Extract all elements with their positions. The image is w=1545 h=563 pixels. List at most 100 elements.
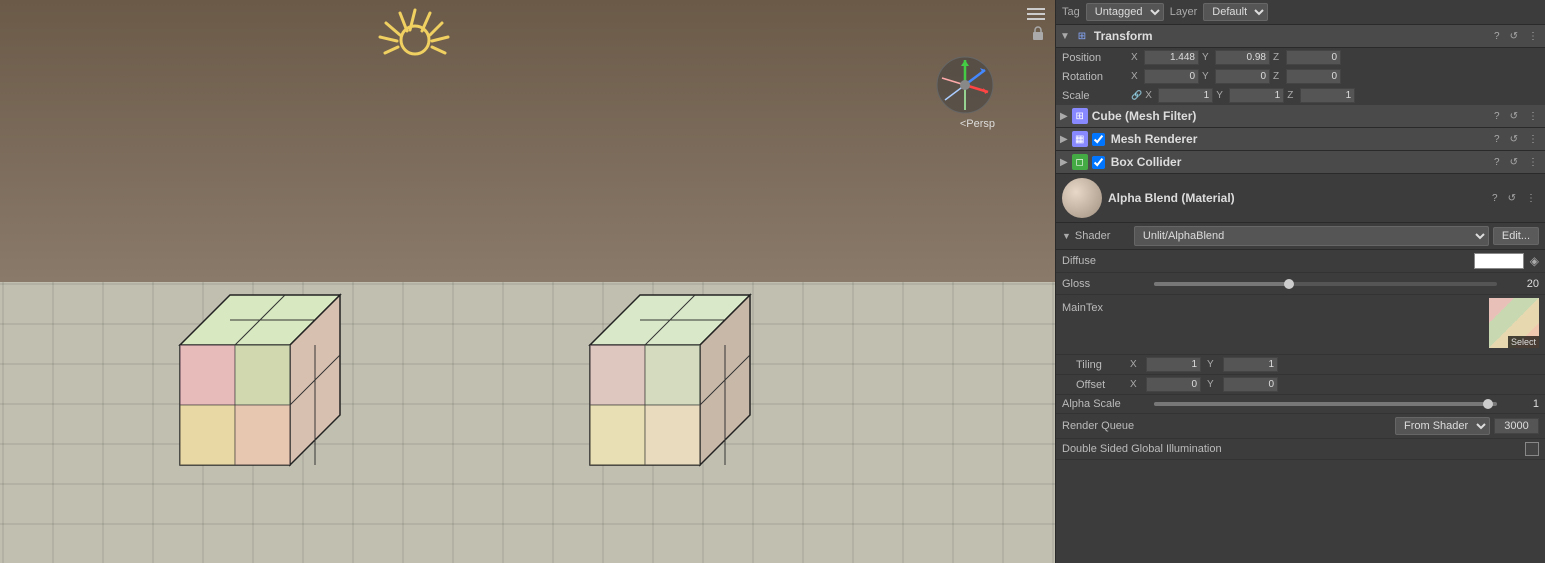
rotation-label: Rotation: [1062, 71, 1127, 83]
tiling-x-input[interactable]: [1146, 357, 1201, 372]
box-collider-more-btn[interactable]: ⋮: [1525, 156, 1541, 169]
mesh-filter-header[interactable]: ▶ ⊞ Cube (Mesh Filter) ? ↺ ⋮: [1056, 105, 1545, 128]
scene-gizmo[interactable]: [930, 50, 1000, 120]
viewport: <Persp: [0, 0, 1055, 563]
maintex-label: MainTex: [1062, 298, 1142, 314]
mesh-filter-reset-btn[interactable]: ↺: [1507, 110, 1521, 123]
alpha-scale-row: Alpha Scale 1: [1056, 395, 1545, 414]
transform-header[interactable]: ▼ ⊞ Transform ? ↺ ⋮: [1056, 25, 1545, 48]
material-row: Alpha Blend (Material) ? ↺ ⋮: [1056, 174, 1545, 223]
mesh-filter-more-btn[interactable]: ⋮: [1525, 110, 1541, 123]
material-reset-btn[interactable]: ↺: [1505, 192, 1519, 205]
mesh-filter-help-btn[interactable]: ?: [1491, 110, 1503, 123]
scale-z-input[interactable]: [1300, 88, 1355, 103]
render-queue-dropdown[interactable]: From Shader: [1395, 417, 1490, 435]
transform-title: Transform: [1094, 29, 1487, 43]
diffuse-color-swatch[interactable]: [1474, 253, 1524, 269]
position-row: Position X Y Z: [1056, 48, 1545, 67]
transform-buttons: ? ↺ ⋮: [1491, 30, 1541, 43]
tiling-x-label: X: [1130, 359, 1140, 370]
scale-lock-icon: 🔗: [1131, 90, 1142, 101]
material-info: Alpha Blend (Material): [1108, 191, 1483, 205]
scale-y-input[interactable]: [1229, 88, 1284, 103]
transform-icon: ⊞: [1074, 28, 1090, 44]
cube-left: [150, 265, 380, 508]
rotation-x-label: X: [1131, 71, 1141, 82]
viewport-menu[interactable]: [1027, 8, 1045, 20]
material-more-btn[interactable]: ⋮: [1523, 192, 1539, 205]
box-collider-checkbox[interactable]: [1092, 156, 1105, 169]
position-y-input[interactable]: [1215, 50, 1270, 65]
transform-more-btn[interactable]: ⋮: [1525, 30, 1541, 43]
mesh-filter-buttons: ? ↺ ⋮: [1491, 110, 1541, 123]
position-x-label: X: [1131, 52, 1141, 63]
material-sphere: [1062, 178, 1102, 218]
tiling-y-input[interactable]: [1223, 357, 1278, 372]
tiling-xy: X Y: [1130, 357, 1278, 372]
shader-label: Shader: [1075, 230, 1130, 242]
rotation-z-input[interactable]: [1286, 69, 1341, 84]
double-sided-gi-checkbox[interactable]: [1525, 442, 1539, 456]
mesh-renderer-title: Mesh Renderer: [1111, 132, 1487, 146]
transform-help-btn[interactable]: ?: [1491, 30, 1503, 43]
rotation-y-label: Y: [1202, 71, 1212, 82]
transform-collapse-arrow: ▼: [1060, 31, 1070, 42]
alpha-scale-slider[interactable]: [1154, 402, 1497, 406]
shader-edit-button[interactable]: Edit...: [1493, 227, 1539, 245]
render-queue-row: Render Queue From Shader: [1056, 414, 1545, 439]
double-sided-gi-row: Double Sided Global Illumination: [1056, 439, 1545, 460]
maintex-thumbnail[interactable]: Select: [1489, 298, 1539, 348]
mesh-filter-icon: ⊞: [1072, 108, 1088, 124]
box-collider-reset-btn[interactable]: ↺: [1507, 156, 1521, 169]
mesh-renderer-icon: ▦: [1072, 131, 1088, 147]
shader-collapse-arrow: ▼: [1062, 231, 1071, 241]
double-sided-gi-label: Double Sided Global Illumination: [1062, 443, 1521, 455]
rotation-y-input[interactable]: [1215, 69, 1270, 84]
shader-row: ▼ Shader Unlit/AlphaBlend Edit...: [1056, 223, 1545, 250]
position-x-input[interactable]: [1144, 50, 1199, 65]
mesh-renderer-arrow: ▶: [1060, 134, 1068, 145]
tag-dropdown[interactable]: Untagged: [1086, 3, 1164, 21]
persp-label: <Persp: [960, 118, 995, 130]
box-collider-icon: ◻: [1072, 154, 1088, 170]
mesh-renderer-more-btn[interactable]: ⋮: [1525, 133, 1541, 146]
maintex-row: MainTex Select: [1056, 295, 1545, 355]
tag-label: Tag: [1062, 6, 1080, 18]
select-overlay[interactable]: Select: [1508, 336, 1539, 348]
alpha-scale-label: Alpha Scale: [1062, 398, 1142, 410]
alpha-scale-value: 1: [1509, 398, 1539, 410]
rotation-z-label: Z: [1273, 71, 1283, 82]
transform-reset-btn[interactable]: ↺: [1507, 30, 1521, 43]
sun-decoration: [370, 5, 450, 65]
render-queue-value[interactable]: [1494, 418, 1539, 434]
scale-x-input[interactable]: [1158, 88, 1213, 103]
diffuse-label: Diffuse: [1062, 255, 1142, 267]
shader-dropdown[interactable]: Unlit/AlphaBlend: [1134, 226, 1489, 246]
position-z-input[interactable]: [1286, 50, 1341, 65]
offset-x-label: X: [1130, 379, 1140, 390]
lock-icon[interactable]: [1031, 25, 1045, 44]
mesh-filter-arrow: ▶: [1060, 111, 1068, 122]
box-collider-title: Box Collider: [1111, 155, 1487, 169]
box-collider-help-btn[interactable]: ?: [1491, 156, 1503, 169]
material-help-btn[interactable]: ?: [1489, 192, 1501, 205]
diffuse-pick-icon[interactable]: ◈: [1530, 254, 1539, 268]
position-xyz: X Y Z: [1131, 50, 1539, 65]
rotation-x-input[interactable]: [1144, 69, 1199, 84]
box-collider-header[interactable]: ▶ ◻ Box Collider ? ↺ ⋮: [1056, 151, 1545, 174]
mesh-renderer-header[interactable]: ▶ ▦ Mesh Renderer ? ↺ ⋮: [1056, 128, 1545, 151]
offset-y-input[interactable]: [1223, 377, 1278, 392]
layer-dropdown[interactable]: Default: [1203, 3, 1268, 21]
tiling-row: Tiling X Y: [1056, 355, 1545, 375]
offset-xy: X Y: [1130, 377, 1278, 392]
scale-xyz: 🔗 X Y Z: [1131, 88, 1539, 103]
mesh-renderer-buttons: ? ↺ ⋮: [1491, 133, 1541, 146]
gloss-row: Gloss 20: [1056, 273, 1545, 295]
mesh-renderer-help-btn[interactable]: ?: [1491, 133, 1503, 146]
gloss-slider[interactable]: [1154, 282, 1497, 286]
mesh-renderer-checkbox[interactable]: [1092, 133, 1105, 146]
diffuse-row: Diffuse ◈: [1056, 250, 1545, 273]
mesh-renderer-reset-btn[interactable]: ↺: [1507, 133, 1521, 146]
scale-label: Scale: [1062, 90, 1127, 102]
offset-x-input[interactable]: [1146, 377, 1201, 392]
